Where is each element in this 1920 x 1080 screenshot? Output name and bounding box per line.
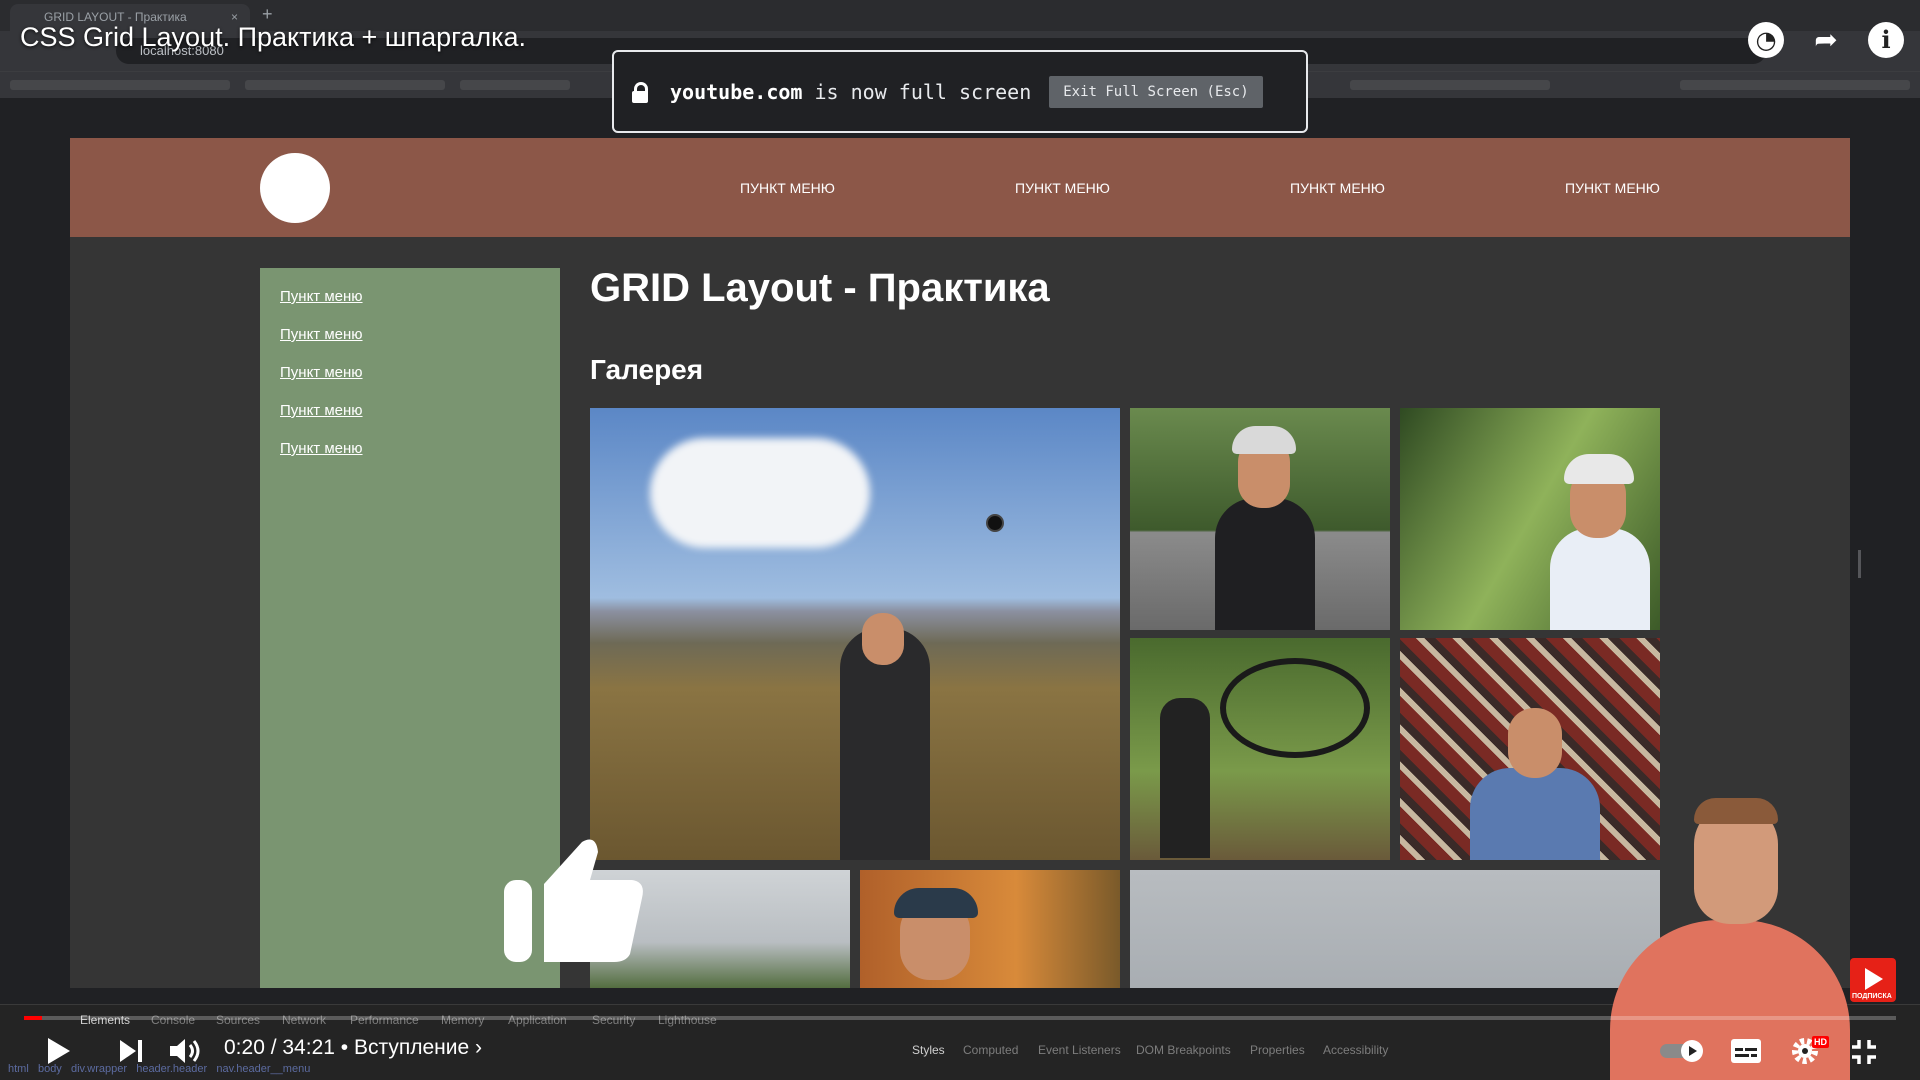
page-heading: GRID Layout - Практика [590, 266, 1050, 310]
nav-item[interactable]: ПУНКТ МЕНЮ [1565, 180, 1660, 196]
exit-fullscreen-button[interactable]: Exit Full Screen (Esc) [1049, 75, 1263, 108]
nav-item[interactable]: ПУНКТ МЕНЮ [1290, 180, 1385, 196]
autoplay-toggle-icon[interactable] [1660, 1040, 1706, 1062]
sidebar-link[interactable]: Пункт меню [280, 440, 540, 457]
sidebar-link[interactable]: Пункт меню [280, 402, 540, 419]
fullscreen-message-text: is now full screen [802, 79, 1032, 104]
gallery-photo-castle [1130, 870, 1660, 988]
fullscreen-domain: youtube.com [670, 79, 803, 104]
play-triangle-icon [1865, 968, 1883, 990]
nav-item[interactable]: ПУНКТ МЕНЮ [740, 180, 835, 196]
logo-circle[interactable] [260, 153, 330, 223]
resize-handle[interactable] [1858, 550, 1861, 578]
time-display: 0:20 / 34:21 • Вступление › [224, 1036, 482, 1059]
gallery-heading: Галерея [590, 354, 704, 385]
video-player[interactable]: GRID LAYOUT - Практика × + localhost:808… [0, 0, 1920, 1080]
progress-fill [24, 1016, 43, 1020]
sidebar-link[interactable]: Пункт меню [280, 326, 540, 343]
play-icon[interactable] [46, 1036, 72, 1066]
subtitles-icon[interactable] [1730, 1038, 1762, 1064]
exit-fullscreen-icon[interactable] [1850, 1038, 1878, 1066]
gallery-photo-bike [1130, 638, 1390, 860]
player-controls: 0:20 / 34:21 • Вступление › [0, 1030, 1920, 1070]
subscribe-label: ПОДПИСКА [1852, 993, 1892, 1000]
info-icon[interactable]: i [1868, 22, 1904, 58]
sidebar-link[interactable]: Пункт меню [280, 288, 540, 305]
volume-icon[interactable] [168, 1036, 202, 1066]
like-icon[interactable] [500, 836, 650, 966]
progress-bar[interactable] [24, 1016, 1896, 1020]
chapter-arrow-icon[interactable]: › [475, 1036, 482, 1059]
hd-badge: HD [1812, 1036, 1829, 1048]
top-controls: ◔ ➦ i [1748, 22, 1904, 58]
gallery-photo-mountain [590, 408, 1120, 860]
gallery-photo-cap [860, 870, 1120, 988]
mouse-cursor-dot [986, 514, 1004, 532]
chapter-title[interactable]: Вступление [354, 1036, 469, 1059]
gallery-photo-cyclist-2 [1400, 408, 1660, 630]
fullscreen-notice: youtube.com is now full screen Exit Full… [612, 50, 1308, 133]
lock-icon [632, 81, 648, 103]
rendered-page: ПУНКТ МЕНЮ ПУНКТ МЕНЮ ПУНКТ МЕНЮ ПУНКТ М… [70, 138, 1850, 988]
watch-later-icon[interactable]: ◔ [1748, 22, 1784, 58]
gallery-photo-cyclist-1 [1130, 408, 1390, 630]
share-icon[interactable]: ➦ [1808, 22, 1844, 58]
next-icon[interactable] [118, 1038, 144, 1064]
time-readout: 0:20 / 34:21 [224, 1036, 335, 1059]
fullscreen-message: youtube.com is now full screen [670, 80, 1031, 104]
nav-item[interactable]: ПУНКТ МЕНЮ [1015, 180, 1110, 196]
page-header: ПУНКТ МЕНЮ ПУНКТ МЕНЮ ПУНКТ МЕНЮ ПУНКТ М… [70, 138, 1850, 237]
video-title[interactable]: CSS Grid Layout. Практика + шпаргалка. [20, 22, 526, 53]
subscribe-button[interactable]: ПОДПИСКА [1850, 958, 1896, 1002]
sidebar-link[interactable]: Пункт меню [280, 364, 540, 381]
